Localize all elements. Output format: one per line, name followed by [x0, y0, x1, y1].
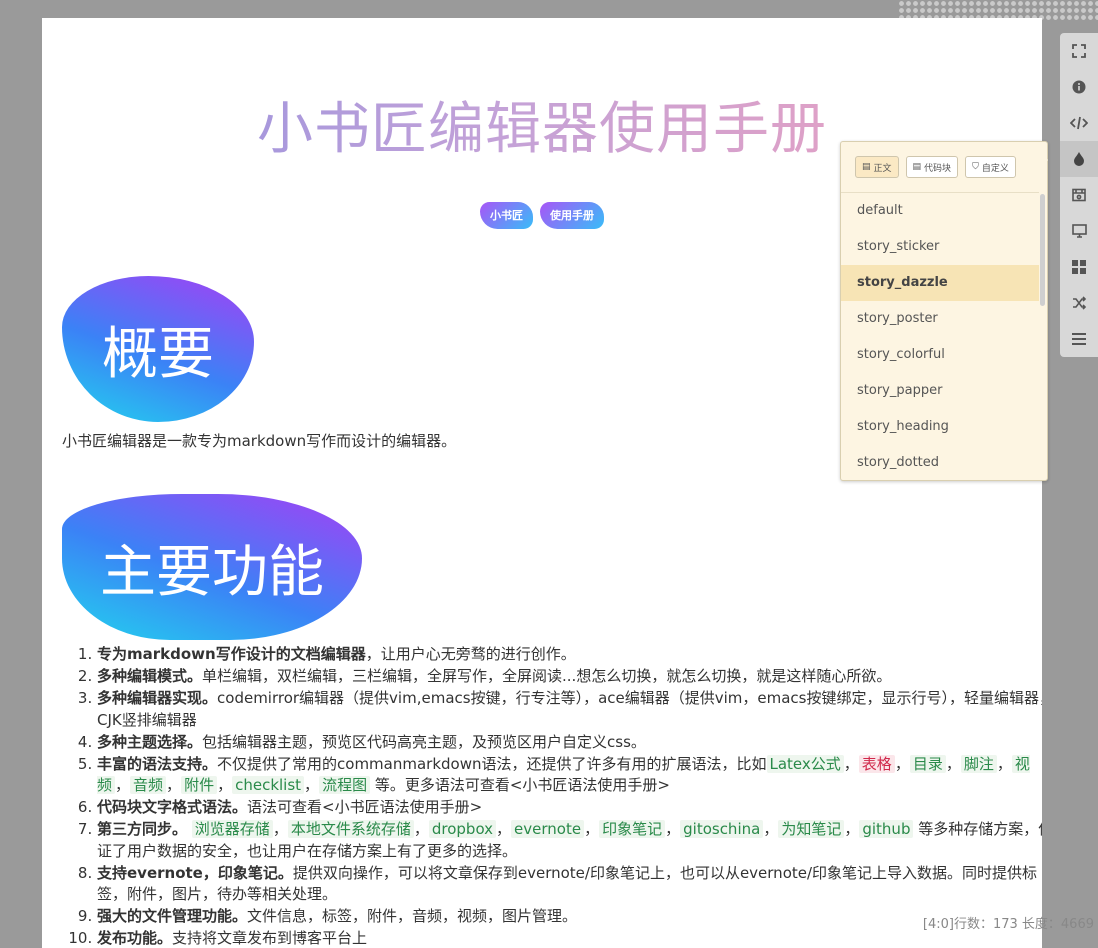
theme-option[interactable]: story_heading	[841, 409, 1039, 445]
syntax-link[interactable]: 目录	[909, 754, 946, 773]
list-item: 第三方同步。 浏览器存储，本地文件系统存储，dropbox，evernote，印…	[97, 819, 1042, 862]
list-item: 多种编辑模式。单栏编辑，双栏编辑，三栏编辑，全屏写作，全屏阅读...想怎么切换，…	[97, 666, 1042, 688]
tab-label: 正文	[873, 163, 892, 174]
item-text: 支持将文章发布到博客平台上	[172, 929, 368, 947]
sync-link[interactable]: evernote	[511, 820, 585, 838]
list-item: 发布功能。支持将文章发布到博客平台上	[97, 928, 1042, 948]
syntax-link[interactable]: 附件	[181, 776, 218, 794]
item-text: 等。更多语法可查看<小书匠语法使用手册>	[374, 776, 670, 794]
theme-list: default story_sticker story_dazzle story…	[841, 192, 1039, 481]
item-bold: 专为markdown写作设计的文档编辑器	[97, 645, 366, 663]
syntax-link[interactable]: Latex公式	[766, 754, 844, 773]
tag-badge[interactable]: 使用手册	[540, 202, 605, 229]
syntax-link[interactable]: 音频	[130, 776, 167, 794]
theme-option[interactable]: story_papper	[841, 373, 1039, 409]
overview-paragraph: 小书匠编辑器是一款专为markdown写作而设计的编辑器。	[62, 432, 457, 450]
item-bold: 多种编辑模式。	[97, 667, 203, 685]
theme-option[interactable]: story_dotted	[841, 445, 1039, 481]
item-bold: 第三方同步。	[97, 820, 188, 838]
item-text: 单栏编辑，双栏编辑，三栏编辑，全屏写作，全屏阅读...想怎么切换，就怎么切换，就…	[202, 667, 892, 685]
syntax-link[interactable]: 脚注	[960, 754, 997, 773]
list-item: 多种主题选择。包括编辑器主题，预览区代码高亮主题，及预览区用户自定义css。	[97, 732, 1042, 754]
item-bold: 多种主题选择。	[97, 732, 203, 751]
list-item: 多种编辑器实现。codemirror编辑器（提供vim,emacs按键，行专注等…	[97, 688, 1042, 731]
heading-text: 概要	[102, 321, 214, 387]
document-icon: ▤	[862, 162, 871, 172]
theme-list-scrollbar[interactable]	[1040, 194, 1045, 306]
theme-picker-panel: ▤ 正文 ▤ 代码块 ⛉ 自定义 default story_sticker s…	[840, 141, 1048, 481]
item-text: 包括编辑器主题，预览区代码高亮主题，及预览区用户自定义css。	[202, 732, 646, 751]
item-bold: 多种编辑器实现。	[97, 689, 218, 707]
theme-option[interactable]: story_poster	[841, 301, 1039, 337]
sync-link[interactable]: 本地文件系统存储	[287, 820, 414, 838]
list-item: 强大的文件管理功能。文件信息，标签，附件，音频，视频，图片管理。	[97, 906, 1042, 928]
shuffle-icon[interactable]	[1060, 285, 1098, 321]
code-icon[interactable]	[1060, 105, 1098, 141]
item-bold: 支持evernote，印象笔记。	[97, 863, 293, 882]
item-text: ，让用户心无旁骛的进行创作。	[365, 645, 576, 663]
fullscreen-icon[interactable]	[1060, 33, 1098, 69]
syntax-link[interactable]: checklist	[232, 776, 305, 794]
item-text: 语法可查看<小书匠语法使用手册>	[247, 798, 483, 816]
sync-link[interactable]: gitoschina	[680, 820, 764, 838]
tab-label: 代码块	[924, 163, 952, 174]
sync-link[interactable]: github	[859, 820, 914, 838]
tab-label: 自定义	[981, 163, 1009, 174]
syntax-link[interactable]: 流程图	[319, 776, 371, 794]
item-bold: 发布功能。	[97, 929, 173, 947]
item-text: 不仅提供了常用的commanmarkdown语法，还提供了许多有用的扩展语法，比…	[217, 754, 767, 773]
tab-custom[interactable]: ⛉ 自定义	[965, 156, 1016, 178]
theme-option[interactable]: story_colorful	[841, 337, 1039, 373]
sync-link[interactable]: 印象笔记	[599, 820, 666, 838]
tab-codeblock[interactable]: ▤ 代码块	[905, 156, 959, 178]
info-icon[interactable]	[1060, 69, 1098, 105]
theme-option[interactable]: default	[841, 193, 1039, 229]
monitor-icon[interactable]	[1060, 213, 1098, 249]
theme-icon[interactable]	[1060, 141, 1098, 177]
list-item: 专为markdown写作设计的文档编辑器，让用户心无旁骛的进行创作。	[97, 644, 1042, 666]
menu-icon[interactable]	[1060, 321, 1098, 357]
theme-option-selected[interactable]: story_dazzle	[841, 265, 1039, 301]
grid-icon[interactable]	[1060, 249, 1098, 285]
syntax-link[interactable]: 表格	[858, 754, 895, 773]
theme-option[interactable]: story_sticker	[841, 229, 1039, 265]
feature-list: 专为markdown写作设计的文档编辑器，让用户心无旁骛的进行创作。 多种编辑模…	[62, 644, 1042, 948]
item-bold: 代码块文字格式语法。	[97, 798, 248, 816]
item-text: codemirror编辑器（提供vim,emacs按键，行专注等），ace编辑器…	[97, 689, 1042, 729]
tab-body[interactable]: ▤ 正文	[855, 156, 899, 178]
sync-link[interactable]: 为知笔记	[778, 820, 845, 838]
right-toolbar	[1060, 33, 1098, 357]
list-item: 代码块文字格式语法。语法可查看<小书匠语法使用手册>	[97, 797, 1042, 819]
list-item: 支持evernote，印象笔记。提供双向操作，可以将文章保存到evernote/…	[97, 863, 1042, 906]
tag-badge[interactable]: 小书匠	[479, 202, 533, 229]
shield-icon: ⛉	[972, 162, 979, 172]
document-icon: ▤	[912, 162, 922, 172]
item-bold: 丰富的语法支持。	[97, 754, 218, 773]
section-heading-overview: 概要	[62, 276, 254, 422]
sync-link[interactable]: dropbox	[428, 820, 497, 838]
section-heading-features: 主要功能	[62, 494, 362, 640]
item-bold: 强大的文件管理功能。	[97, 907, 248, 925]
sync-link[interactable]: 浏览器存储	[191, 820, 273, 838]
archive-icon[interactable]	[1060, 177, 1098, 213]
theme-tabs: ▤ 正文 ▤ 代码块 ⛉ 自定义	[855, 156, 1016, 178]
status-bar: [4:0]行数：173 长度：4669	[922, 917, 1094, 932]
item-text: 文件信息，标签，附件，音频，视频，图片管理。	[247, 907, 578, 925]
list-item: 丰富的语法支持。不仅提供了常用的commanmarkdown语法，还提供了许多有…	[97, 754, 1042, 797]
heading-text: 主要功能	[100, 539, 324, 605]
